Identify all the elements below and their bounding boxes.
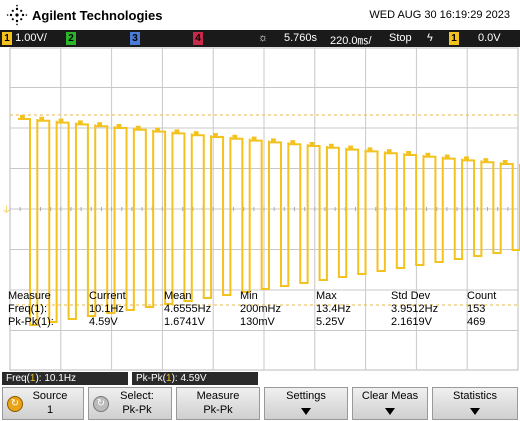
header-max: Max [316, 290, 337, 302]
measurement-readout-strip: Freq(1): 10.1Hz Pk-Pk(1): 4.59V [0, 371, 520, 386]
row-count: 469 [467, 316, 486, 328]
channel-3-badge: 3 [130, 32, 140, 45]
pkpk-readout: Pk-Pk(1): 4.59V [132, 372, 258, 385]
run-state: Stop [389, 32, 412, 44]
submenu-arrow-icon [470, 408, 480, 415]
channel-2-badge: 2 [66, 32, 76, 45]
trigger-edge-icon: ϟ [427, 32, 433, 44]
trigger-source[interactable]: 1 [449, 32, 459, 45]
time-offset[interactable]: 5.760s [284, 32, 317, 44]
row-current: 10.1Hz [89, 303, 124, 315]
channel-1-scale-value: 1.00V/ [15, 32, 47, 44]
channel-2-indicator[interactable]: 2 [66, 32, 76, 45]
title-bar: Agilent Technologies WED AUG 30 16:19:29… [0, 0, 520, 30]
row-max: 5.25V [316, 316, 345, 328]
row-min: 130mV [240, 316, 275, 328]
channel-4-badge: 4 [193, 32, 203, 45]
submenu-arrow-icon [385, 408, 395, 415]
row-current: 4.59V [89, 316, 118, 328]
select-softkey[interactable]: ↻ Select: Pk-Pk [88, 387, 172, 420]
clear-meas-softkey[interactable]: Clear Meas [352, 387, 428, 420]
header-count: Count [467, 290, 497, 302]
header-measure: Measure [8, 290, 51, 302]
scope-display[interactable]: ⏚ Measure Current Mean Min Max Std Dev C… [0, 47, 520, 371]
trigger-channel-badge: 1 [449, 32, 459, 45]
row-std-dev: 2.1619V [391, 316, 432, 328]
channel-1-scale[interactable]: 1 1.00V/ [2, 32, 47, 45]
row-std-dev: 3.9512Hz [391, 303, 439, 315]
row-mean: 4.6555Hz [164, 303, 212, 315]
row-name: Freq(1): [8, 303, 48, 315]
brightness-icon: ☼ [258, 32, 269, 44]
row-count: 153 [467, 303, 486, 315]
channel-1-ground-marker: ⏚ [2, 205, 11, 215]
settings-softkey[interactable]: Settings [264, 387, 348, 420]
channel-4-indicator[interactable]: 4 [193, 32, 203, 45]
channel-1-badge: 1 [2, 32, 12, 45]
header-current: Current [89, 290, 126, 302]
row-min: 200mHz [240, 303, 281, 315]
row-mean: 1.6741V [164, 316, 205, 328]
freq-readout: Freq(1): 10.1Hz [2, 372, 128, 385]
measure-softkey[interactable]: Measure Pk-Pk [176, 387, 260, 420]
softkey-bar: ↻ Source 1 ↻ Select: Pk-Pk Measure Pk-Pk… [0, 386, 520, 421]
row-name: Pk-Pk(1): [8, 316, 54, 328]
statistics-softkey[interactable]: Statistics [432, 387, 518, 420]
status-bar: 1 1.00V/ 2 3 4 ☼ 5.760s 220.0㎳/ Stop ϟ 1… [0, 30, 520, 47]
trigger-level[interactable]: 0.0V [478, 32, 501, 44]
agilent-logo-icon [6, 4, 28, 26]
source-softkey[interactable]: ↻ Source 1 [2, 387, 84, 420]
channel-3-indicator[interactable]: 3 [130, 32, 140, 45]
brand-name: Agilent Technologies [32, 8, 163, 23]
row-max: 13.4Hz [316, 303, 351, 315]
header-mean: Mean [164, 290, 192, 302]
date-time: WED AUG 30 16:19:29 2023 [369, 9, 510, 21]
header-std-dev: Std Dev [391, 290, 431, 302]
time-scale[interactable]: 220.0㎳/ [330, 32, 372, 48]
header-min: Min [240, 290, 258, 302]
submenu-arrow-icon [301, 408, 311, 415]
